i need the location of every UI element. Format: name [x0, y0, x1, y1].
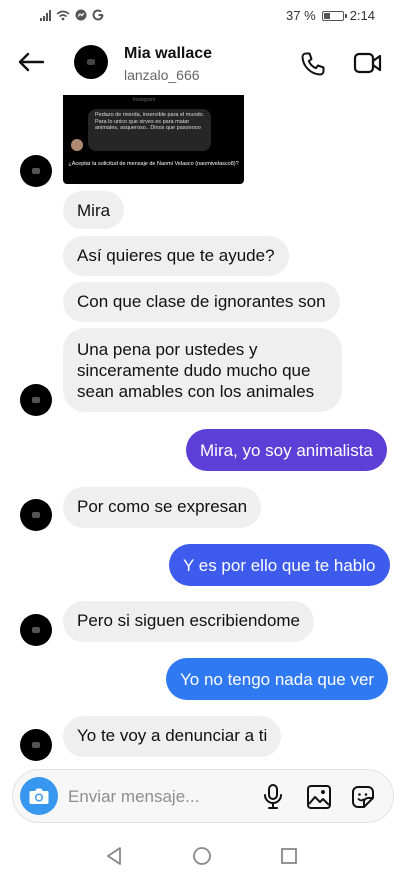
back-arrow-icon[interactable]	[17, 52, 45, 72]
clock: 2:14	[349, 8, 375, 23]
message-text: Mira	[77, 201, 111, 220]
signal-icon	[40, 9, 51, 21]
avatar[interactable]	[20, 155, 52, 187]
message-composer[interactable]: Enviar mensaje...	[12, 769, 394, 823]
shared-screenshot-image[interactable]: Instagram Pedazo de mierda, inservible p…	[63, 95, 244, 184]
gallery-icon[interactable]	[306, 784, 332, 810]
camera-icon	[29, 788, 49, 804]
shared-image-top-text: Instagram	[133, 97, 156, 103]
message-text: Con que clase de ignorantes son	[77, 292, 326, 311]
video-camera-icon[interactable]	[353, 51, 383, 75]
sticker-icon[interactable]	[349, 783, 377, 811]
nav-home-icon[interactable]	[192, 846, 212, 866]
avatar[interactable]	[74, 45, 108, 79]
battery-icon	[321, 10, 347, 21]
message-incoming[interactable]: Pero si siguen escribiendome	[63, 601, 315, 642]
phone-icon[interactable]	[300, 51, 326, 77]
shared-image-request-text: ¿Aceptar la solicitud de mensaje de Naom…	[68, 161, 239, 167]
message-text: Yo no tengo nada que ver	[180, 670, 375, 689]
message-text: Mira, yo soy animalista	[200, 441, 373, 460]
message-incoming[interactable]: Así quieres que te ayude?	[63, 236, 289, 276]
message-outgoing[interactable]: Y es por ello que te hablo	[169, 544, 390, 586]
avatar[interactable]	[20, 614, 52, 646]
battery-percent: 37 %	[286, 8, 316, 23]
messenger-icon	[75, 9, 87, 21]
avatar[interactable]	[20, 729, 52, 761]
message-incoming[interactable]: Por como se expresan	[63, 487, 262, 528]
google-icon	[92, 9, 104, 21]
message-incoming[interactable]: Con que clase de ignorantes son	[63, 282, 340, 322]
contact-name[interactable]: Mia wallace	[124, 45, 212, 63]
avatar[interactable]	[20, 384, 52, 416]
shared-image-quoted-message: Pedazo de mierda, inservible para el mun…	[95, 112, 205, 131]
avatar[interactable]	[20, 499, 52, 531]
chat-header: Mia wallace lanzalo_666	[0, 32, 405, 100]
status-icons-left	[40, 9, 104, 21]
shared-image-avatar	[71, 139, 83, 151]
wifi-icon	[56, 10, 70, 20]
message-text: Y es por ello que te hablo	[183, 556, 376, 575]
message-text: Por como se expresan	[77, 497, 248, 516]
message-input[interactable]: Enviar mensaje...	[68, 787, 199, 807]
nav-back-icon[interactable]	[105, 846, 123, 866]
camera-button[interactable]	[20, 777, 58, 815]
message-text: Pero si siguen escribiendome	[77, 611, 301, 630]
contact-username[interactable]: lanzalo_666	[124, 67, 200, 83]
message-outgoing[interactable]: Yo no tengo nada que ver	[166, 658, 389, 700]
microphone-icon[interactable]	[262, 783, 284, 811]
message-text: Una pena por ustedes y sinceramente dudo…	[77, 340, 315, 401]
message-incoming[interactable]: Mira	[63, 191, 125, 229]
message-text: Así quieres que te ayude?	[77, 246, 275, 265]
message-incoming[interactable]: Yo te voy a denunciar a ti	[63, 716, 282, 757]
system-nav-bar	[0, 832, 405, 878]
status-bar: 37 % 2:14	[0, 0, 405, 32]
message-outgoing[interactable]: Mira, yo soy animalista	[186, 429, 387, 471]
nav-recents-icon[interactable]	[280, 847, 298, 865]
message-incoming[interactable]: Una pena por ustedes y sinceramente dudo…	[63, 328, 342, 412]
status-icons-right: 37 % 2:14	[286, 8, 375, 23]
message-text: Yo te voy a denunciar a ti	[77, 726, 268, 745]
